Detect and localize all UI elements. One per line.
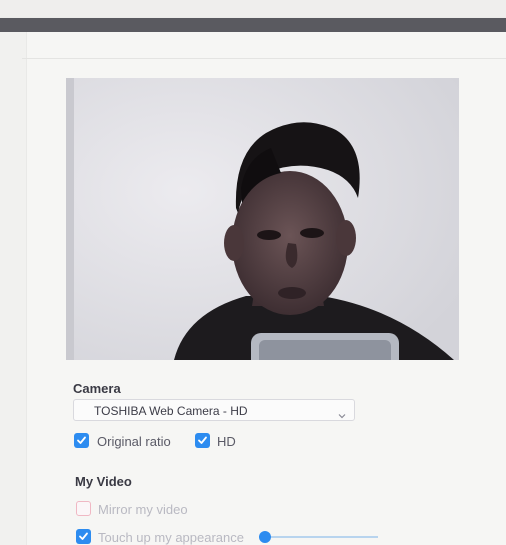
mirror-video-label: Mirror my video <box>98 502 188 517</box>
original-ratio-label: Original ratio <box>97 434 171 449</box>
touch-up-slider-track[interactable] <box>266 536 378 538</box>
touch-up-checkbox[interactable] <box>76 529 91 544</box>
camera-section-title: Camera <box>73 381 121 396</box>
camera-feed-image <box>66 78 459 360</box>
my-video-section-title: My Video <box>75 474 132 489</box>
checkmark-icon <box>77 436 86 444</box>
hd-label: HD <box>217 434 236 449</box>
checkmark-icon <box>198 436 207 444</box>
window-top-frame <box>0 0 506 18</box>
settings-sidebar-edge <box>0 32 27 545</box>
window-title-bar <box>0 18 506 32</box>
touch-up-label: Touch up my appearance <box>98 530 244 545</box>
original-ratio-checkbox[interactable] <box>74 433 89 448</box>
hd-checkbox[interactable] <box>195 433 210 448</box>
camera-select-value: TOSHIBA Web Camera - HD <box>94 404 248 418</box>
camera-video-preview <box>66 78 459 360</box>
camera-select[interactable]: TOSHIBA Web Camera - HD <box>73 399 355 421</box>
panel-divider <box>22 58 506 59</box>
mirror-video-checkbox[interactable] <box>76 501 91 516</box>
checkmark-icon <box>79 532 88 540</box>
touch-up-slider-thumb[interactable] <box>259 531 271 543</box>
chevron-down-icon <box>338 407 346 419</box>
